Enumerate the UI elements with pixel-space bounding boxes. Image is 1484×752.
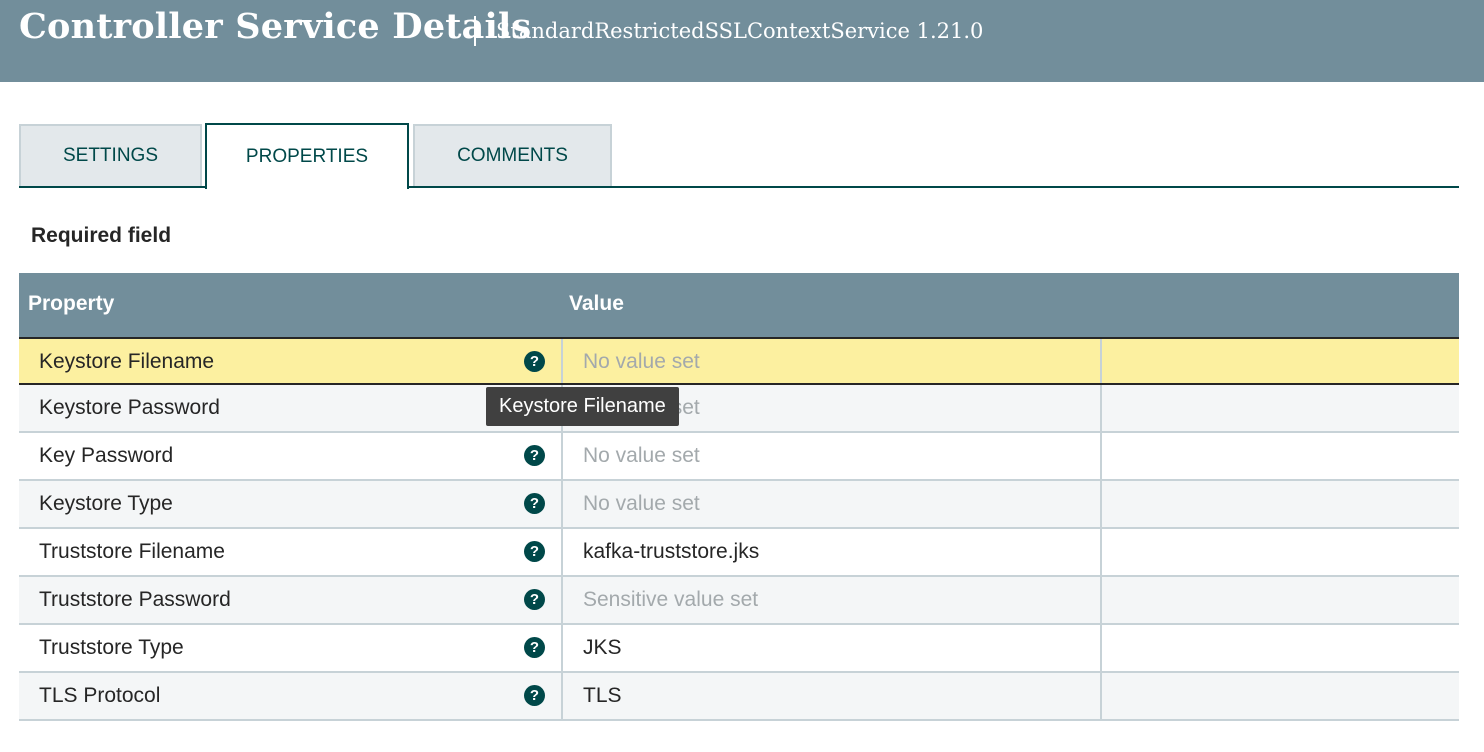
- column-divider: [561, 339, 563, 383]
- table-row[interactable]: TLS Protocol? TLS: [19, 673, 1459, 721]
- property-name: Truststore Type: [39, 636, 184, 659]
- table-row[interactable]: Keystore PasswordNo value set: [19, 385, 1459, 433]
- property-value[interactable]: kafka-truststore.jks: [583, 540, 759, 564]
- property-name: TLS Protocol: [39, 684, 161, 707]
- dialog-title: Controller Service Details: [19, 6, 532, 47]
- table-row[interactable]: Keystore Filename? No value set: [19, 337, 1459, 385]
- property-value[interactable]: No value set: [583, 444, 700, 468]
- property-value[interactable]: TLS: [583, 684, 622, 708]
- column-divider: [1100, 529, 1102, 575]
- column-divider: [1100, 433, 1102, 479]
- property-name: Keystore Filename: [39, 350, 215, 373]
- column-divider: [1100, 673, 1102, 719]
- question-circle-icon[interactable]: ?: [524, 685, 545, 706]
- title-separator: [474, 16, 476, 46]
- property-value[interactable]: No value set: [583, 492, 700, 516]
- column-divider: [1100, 481, 1102, 527]
- properties-table: Property Value Keystore Filename? No valu…: [19, 273, 1459, 721]
- help-tooltip: Keystore Filename: [486, 387, 679, 426]
- property-value[interactable]: Sensitive value set: [583, 588, 758, 612]
- column-divider: [561, 529, 563, 575]
- column-divider: [561, 673, 563, 719]
- table-row[interactable]: Truststore Password? Sensitive value set: [19, 577, 1459, 625]
- question-circle-icon[interactable]: ?: [524, 541, 545, 562]
- dialog-header: Controller Service Details StandardRestr…: [0, 0, 1484, 82]
- table-row[interactable]: Key Password? No value set: [19, 433, 1459, 481]
- column-divider: [1100, 385, 1102, 431]
- tab-settings[interactable]: SETTINGS: [19, 124, 202, 186]
- question-circle-icon[interactable]: ?: [524, 351, 545, 372]
- table-row[interactable]: Truststore Type? JKS: [19, 625, 1459, 673]
- table-body: Keystore Filename? No value set Keystore P…: [19, 337, 1459, 721]
- column-divider: [561, 481, 563, 527]
- property-name: Truststore Filename: [39, 540, 225, 563]
- property-name: Key Password: [39, 444, 174, 467]
- tab-properties[interactable]: PROPERTIES: [205, 123, 409, 189]
- column-divider: [1100, 339, 1102, 383]
- question-circle-icon[interactable]: ?: [524, 637, 545, 658]
- table-row[interactable]: Truststore Filename? kafka-truststore.jks: [19, 529, 1459, 577]
- property-value[interactable]: JKS: [583, 636, 622, 660]
- column-header-property[interactable]: Property: [28, 292, 114, 316]
- column-header-value[interactable]: Value: [569, 292, 624, 316]
- property-name: Keystore Type: [39, 492, 173, 515]
- column-divider: [1100, 577, 1102, 623]
- column-divider: [561, 433, 563, 479]
- column-divider: [561, 625, 563, 671]
- column-divider: [561, 577, 563, 623]
- tab-comments[interactable]: COMMENTS: [413, 124, 612, 186]
- question-circle-icon[interactable]: ?: [524, 589, 545, 610]
- property-name: Keystore Password: [39, 396, 220, 419]
- service-type-version: StandardRestrictedSSLContextService 1.21…: [496, 19, 984, 43]
- column-divider: [1100, 625, 1102, 671]
- table-header: Property Value: [19, 273, 1459, 339]
- property-name: Truststore Password: [39, 588, 231, 611]
- required-field-legend: Required field: [31, 224, 172, 247]
- question-circle-icon[interactable]: ?: [524, 493, 545, 514]
- table-row[interactable]: Keystore Type? No value set: [19, 481, 1459, 529]
- property-value[interactable]: No value set: [583, 350, 700, 374]
- question-circle-icon[interactable]: ?: [524, 445, 545, 466]
